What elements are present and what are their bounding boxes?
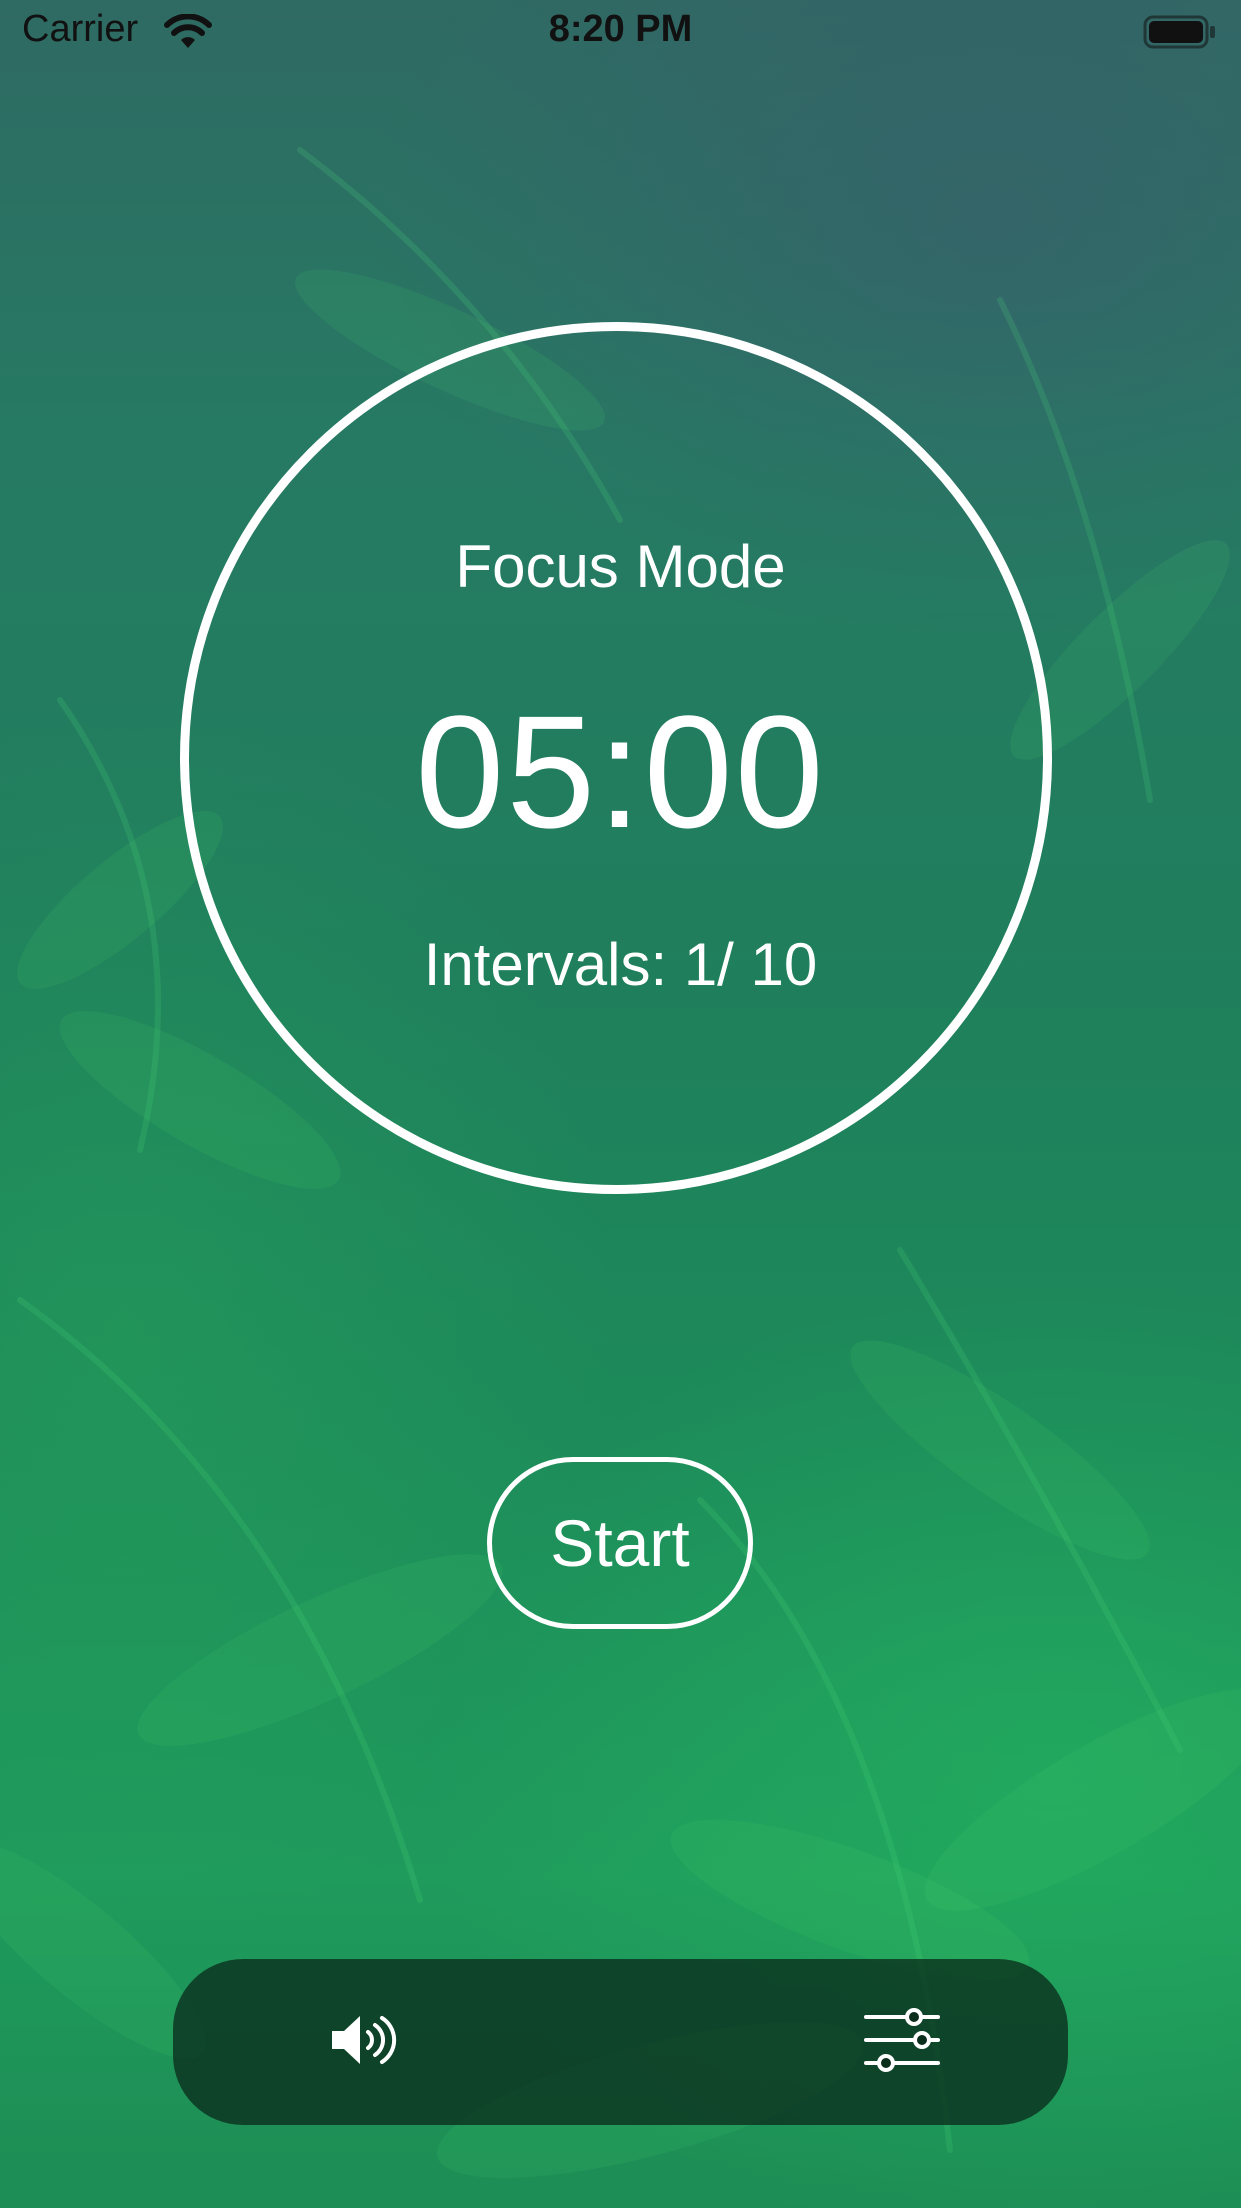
intervals-counter: Intervals: 1/ 10 bbox=[423, 931, 818, 998]
sound-button[interactable] bbox=[288, 1959, 448, 2125]
status-time: 8:20 PM bbox=[548, 8, 693, 50]
mode-label: Focus Mode bbox=[455, 533, 786, 600]
status-bar: Carrier 8:20 PM bbox=[0, 0, 1241, 66]
bottom-toolbar bbox=[173, 1959, 1068, 2125]
timer-display: 05:00 bbox=[415, 682, 826, 861]
speaker-icon bbox=[328, 2010, 408, 2075]
settings-button[interactable] bbox=[822, 1959, 982, 2125]
start-button[interactable]: Start bbox=[487, 1457, 753, 1629]
battery-icon bbox=[1143, 14, 1217, 55]
sliders-icon bbox=[862, 2005, 942, 2080]
